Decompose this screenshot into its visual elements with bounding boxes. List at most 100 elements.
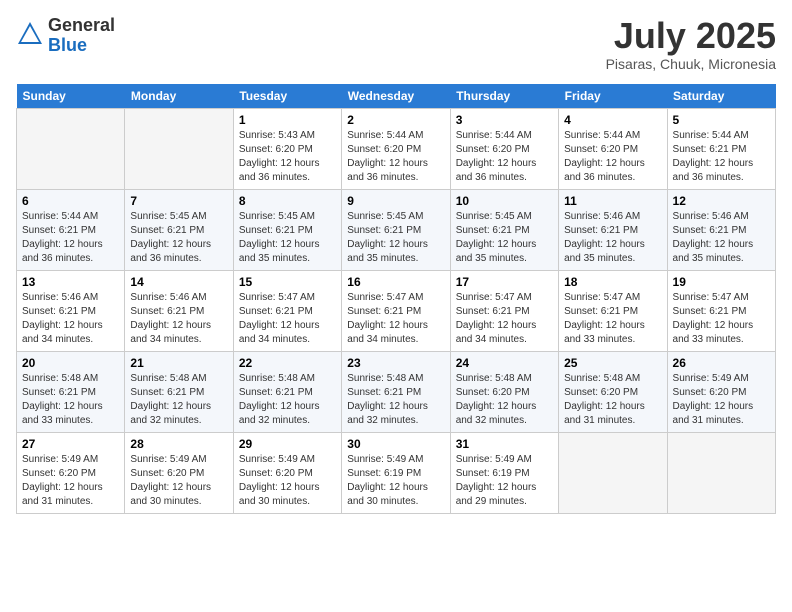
calendar-cell: 10 Sunrise: 5:45 AM Sunset: 6:21 PM Dayli… xyxy=(450,189,558,270)
day-detail: Sunrise: 5:46 AM Sunset: 6:21 PM Dayligh… xyxy=(130,291,227,347)
day-number: 8 xyxy=(239,194,336,208)
calendar-cell: 1 Sunrise: 5:43 AM Sunset: 6:20 PM Daylig… xyxy=(233,108,341,189)
calendar-week-row: 13 Sunrise: 5:46 AM Sunset: 6:21 PM Dayli… xyxy=(17,270,776,351)
col-header-saturday: Saturday xyxy=(667,84,775,109)
day-detail: Sunrise: 5:49 AM Sunset: 6:20 PM Dayligh… xyxy=(239,453,336,509)
calendar-cell: 4Sunrise: 5:44 AM Sunset: 6:20 PM Daylig… xyxy=(559,108,667,189)
calendar-cell: 7 Sunrise: 5:45 AM Sunset: 6:21 PM Daylig… xyxy=(125,189,233,270)
calendar-cell: 19 Sunrise: 5:47 AM Sunset: 6:21 PM Dayli… xyxy=(667,270,775,351)
day-detail: Sunrise: 5:48 AM Sunset: 6:20 PM Dayligh… xyxy=(564,372,661,428)
calendar-week-row: 27 Sunrise: 5:49 AM Sunset: 6:20 PM Dayli… xyxy=(17,432,776,513)
calendar-cell: 12 Sunrise: 5:46 AM Sunset: 6:21 PM Dayli… xyxy=(667,189,775,270)
day-number: 27 xyxy=(22,437,119,451)
day-number: 12 xyxy=(673,194,770,208)
day-detail: Sunrise: 5:49 AM Sunset: 6:19 PM Dayligh… xyxy=(347,453,444,509)
calendar-cell: 15Sunrise: 5:47 AM Sunset: 6:21 PM Dayli… xyxy=(233,270,341,351)
logo-blue: Blue xyxy=(48,36,115,56)
day-number: 30 xyxy=(347,437,444,451)
calendar-cell xyxy=(125,108,233,189)
day-detail: Sunrise: 5:43 AM Sunset: 6:20 PM Dayligh… xyxy=(239,129,336,185)
day-detail: Sunrise: 5:47 AM Sunset: 6:21 PM Dayligh… xyxy=(673,291,770,347)
day-detail: Sunrise: 5:44 AM Sunset: 6:21 PM Dayligh… xyxy=(22,210,119,266)
day-detail: Sunrise: 5:47 AM Sunset: 6:21 PM Dayligh… xyxy=(456,291,553,347)
calendar-cell: 16 Sunrise: 5:47 AM Sunset: 6:21 PM Dayli… xyxy=(342,270,450,351)
day-number: 13 xyxy=(22,275,119,289)
calendar-cell: 8 Sunrise: 5:45 AM Sunset: 6:21 PM Daylig… xyxy=(233,189,341,270)
day-number: 5 xyxy=(673,113,770,127)
day-number: 18 xyxy=(564,275,661,289)
calendar-cell: 9 Sunrise: 5:45 AM Sunset: 6:21 PM Daylig… xyxy=(342,189,450,270)
col-header-sunday: Sunday xyxy=(17,84,125,109)
calendar-week-row: 1 Sunrise: 5:43 AM Sunset: 6:20 PM Daylig… xyxy=(17,108,776,189)
day-detail: Sunrise: 5:49 AM Sunset: 6:19 PM Dayligh… xyxy=(456,453,553,509)
calendar-cell: 6 Sunrise: 5:44 AM Sunset: 6:21 PM Daylig… xyxy=(17,189,125,270)
calendar-cell: 25Sunrise: 5:48 AM Sunset: 6:20 PM Dayli… xyxy=(559,351,667,432)
day-number: 9 xyxy=(347,194,444,208)
calendar-cell: 17 Sunrise: 5:47 AM Sunset: 6:21 PM Dayli… xyxy=(450,270,558,351)
calendar-cell: 11Sunrise: 5:46 AM Sunset: 6:21 PM Dayli… xyxy=(559,189,667,270)
day-number: 6 xyxy=(22,194,119,208)
title-block: July 2025 Pisaras, Chuuk, Micronesia xyxy=(606,16,776,72)
calendar-cell: 27 Sunrise: 5:49 AM Sunset: 6:20 PM Dayli… xyxy=(17,432,125,513)
day-number: 20 xyxy=(22,356,119,370)
day-detail: Sunrise: 5:49 AM Sunset: 6:20 PM Dayligh… xyxy=(130,453,227,509)
logo: General Blue xyxy=(16,16,115,56)
col-header-friday: Friday xyxy=(559,84,667,109)
day-number: 14 xyxy=(130,275,227,289)
day-number: 29 xyxy=(239,437,336,451)
day-number: 31 xyxy=(456,437,553,451)
day-detail: Sunrise: 5:48 AM Sunset: 6:20 PM Dayligh… xyxy=(456,372,553,428)
day-detail: Sunrise: 5:45 AM Sunset: 6:21 PM Dayligh… xyxy=(130,210,227,266)
calendar-cell xyxy=(17,108,125,189)
logo-icon xyxy=(16,20,44,48)
col-header-monday: Monday xyxy=(125,84,233,109)
day-detail: Sunrise: 5:45 AM Sunset: 6:21 PM Dayligh… xyxy=(239,210,336,266)
day-number: 26 xyxy=(673,356,770,370)
col-header-tuesday: Tuesday xyxy=(233,84,341,109)
day-number: 17 xyxy=(456,275,553,289)
calendar-cell: 29 Sunrise: 5:49 AM Sunset: 6:20 PM Dayli… xyxy=(233,432,341,513)
day-number: 23 xyxy=(347,356,444,370)
day-number: 3 xyxy=(456,113,553,127)
col-header-wednesday: Wednesday xyxy=(342,84,450,109)
calendar-cell xyxy=(559,432,667,513)
logo-general: General xyxy=(48,16,115,36)
day-detail: Sunrise: 5:45 AM Sunset: 6:21 PM Dayligh… xyxy=(456,210,553,266)
day-number: 1 xyxy=(239,113,336,127)
day-detail: Sunrise: 5:47 AM Sunset: 6:21 PM Dayligh… xyxy=(347,291,444,347)
day-number: 28 xyxy=(130,437,227,451)
day-detail: Sunrise: 5:46 AM Sunset: 6:21 PM Dayligh… xyxy=(673,210,770,266)
day-number: 4 xyxy=(564,113,661,127)
calendar-week-row: 6 Sunrise: 5:44 AM Sunset: 6:21 PM Daylig… xyxy=(17,189,776,270)
day-detail: Sunrise: 5:49 AM Sunset: 6:20 PM Dayligh… xyxy=(22,453,119,509)
day-number: 10 xyxy=(456,194,553,208)
day-number: 21 xyxy=(130,356,227,370)
day-detail: Sunrise: 5:48 AM Sunset: 6:21 PM Dayligh… xyxy=(239,372,336,428)
day-number: 19 xyxy=(673,275,770,289)
day-detail: Sunrise: 5:44 AM Sunset: 6:21 PM Dayligh… xyxy=(673,129,770,185)
calendar-cell: 30 Sunrise: 5:49 AM Sunset: 6:19 PM Dayli… xyxy=(342,432,450,513)
day-detail: Sunrise: 5:48 AM Sunset: 6:21 PM Dayligh… xyxy=(347,372,444,428)
day-detail: Sunrise: 5:44 AM Sunset: 6:20 PM Dayligh… xyxy=(456,129,553,185)
calendar-cell: 28 Sunrise: 5:49 AM Sunset: 6:20 PM Dayli… xyxy=(125,432,233,513)
logo-text: General Blue xyxy=(48,16,115,56)
calendar-cell: 22 Sunrise: 5:48 AM Sunset: 6:21 PM Dayli… xyxy=(233,351,341,432)
day-number: 22 xyxy=(239,356,336,370)
calendar-cell: 18 Sunrise: 5:47 AM Sunset: 6:21 PM Dayli… xyxy=(559,270,667,351)
day-detail: Sunrise: 5:49 AM Sunset: 6:20 PM Dayligh… xyxy=(673,372,770,428)
day-detail: Sunrise: 5:46 AM Sunset: 6:21 PM Dayligh… xyxy=(22,291,119,347)
calendar-cell: 21Sunrise: 5:48 AM Sunset: 6:21 PM Dayli… xyxy=(125,351,233,432)
day-detail: Sunrise: 5:47 AM Sunset: 6:21 PM Dayligh… xyxy=(239,291,336,347)
calendar-cell: 13 Sunrise: 5:46 AM Sunset: 6:21 PM Dayli… xyxy=(17,270,125,351)
day-detail: Sunrise: 5:44 AM Sunset: 6:20 PM Dayligh… xyxy=(347,129,444,185)
day-number: 16 xyxy=(347,275,444,289)
day-number: 2 xyxy=(347,113,444,127)
calendar-cell: 24Sunrise: 5:48 AM Sunset: 6:20 PM Dayli… xyxy=(450,351,558,432)
col-header-thursday: Thursday xyxy=(450,84,558,109)
calendar-header-row: SundayMondayTuesdayWednesdayThursdayFrid… xyxy=(17,84,776,109)
calendar-table: SundayMondayTuesdayWednesdayThursdayFrid… xyxy=(16,84,776,514)
day-detail: Sunrise: 5:47 AM Sunset: 6:21 PM Dayligh… xyxy=(564,291,661,347)
day-number: 7 xyxy=(130,194,227,208)
day-detail: Sunrise: 5:45 AM Sunset: 6:21 PM Dayligh… xyxy=(347,210,444,266)
calendar-cell: 31 Sunrise: 5:49 AM Sunset: 6:19 PM Dayli… xyxy=(450,432,558,513)
